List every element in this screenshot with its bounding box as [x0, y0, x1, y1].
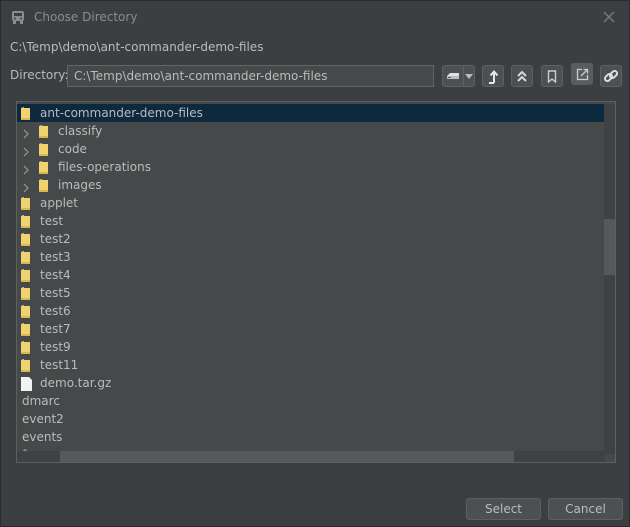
chevron-right-icon[interactable] — [22, 162, 30, 175]
vertical-scrollbar-thumb[interactable] — [604, 219, 615, 275]
tree-row[interactable]: ant-commander-demo-files — [17, 104, 605, 122]
tree-row-label: test6 — [40, 304, 71, 318]
parent-directory-button[interactable] — [482, 65, 504, 87]
directory-tree[interactable]: ant-commander-demo-files classify code file… — [16, 101, 616, 463]
tree-row-label: test4 — [40, 268, 71, 282]
tree-row-label: test11 — [40, 358, 79, 372]
current-path: C:\Temp\demo\ant-commander-demo-files — [10, 40, 264, 54]
close-icon[interactable] — [601, 9, 617, 25]
vertical-scrollbar[interactable] — [604, 104, 615, 454]
tree-row-label: events — [22, 430, 63, 444]
tree-row[interactable]: code — [17, 140, 605, 158]
directory-label: Directory: — [10, 68, 69, 82]
cancel-button[interactable]: Cancel — [548, 498, 623, 520]
tree-row[interactable]: test11 — [17, 356, 605, 374]
folder-icon — [21, 233, 31, 246]
tree-row[interactable]: test3 — [17, 248, 605, 266]
folder-icon — [39, 143, 49, 156]
caret-down-icon — [465, 73, 473, 79]
bookmark-button[interactable] — [541, 65, 563, 87]
tree-row-label: classify — [58, 124, 103, 138]
drive-selector-button[interactable] — [442, 65, 464, 87]
file-icon — [21, 377, 32, 391]
tree-row-label: ant-commander-demo-files — [40, 106, 203, 120]
open-external-button[interactable] — [571, 63, 593, 85]
tree-row-label: test5 — [40, 286, 71, 300]
tree-row-label: demo.tar.gz — [40, 376, 112, 390]
folder-icon — [21, 341, 31, 354]
choose-directory-dialog: Choose Directory C:\Temp\demo\ant-comman… — [0, 0, 630, 527]
tree-row[interactable]: test5 — [17, 284, 605, 302]
horizontal-scrollbar[interactable] — [17, 451, 605, 462]
window-title: Choose Directory — [34, 10, 138, 24]
tree-row-label: files-operations — [58, 160, 151, 174]
tree-rows: ant-commander-demo-files classify code file… — [17, 104, 605, 462]
folder-icon — [39, 161, 49, 174]
folder-icon — [39, 179, 49, 192]
tree-row-label: applet — [40, 196, 79, 210]
chevron-right-icon[interactable] — [22, 126, 30, 139]
drive-icon — [446, 71, 460, 81]
tree-row-label: test7 — [40, 322, 71, 336]
title-bar: Choose Directory — [1, 1, 630, 34]
tree-row[interactable]: test — [17, 212, 605, 230]
tree-row[interactable]: test7 — [17, 320, 605, 338]
folder-icon — [21, 323, 31, 336]
bookmark-icon — [547, 69, 557, 83]
link-icon — [603, 68, 619, 84]
folder-icon — [21, 269, 31, 282]
tree-row[interactable]: classify — [17, 122, 605, 140]
tree-row[interactable]: events — [17, 428, 605, 446]
folder-icon — [21, 215, 31, 228]
tree-row[interactable]: test4 — [17, 266, 605, 284]
root-directory-button[interactable] — [511, 65, 533, 87]
tree-row[interactable]: images — [17, 176, 605, 194]
tree-row-label: test9 — [40, 340, 71, 354]
horizontal-scrollbar-thumb[interactable] — [60, 451, 514, 462]
tree-row[interactable]: test2 — [17, 230, 605, 248]
tree-row[interactable]: applet — [17, 194, 605, 212]
external-link-icon — [576, 68, 589, 81]
folder-icon — [21, 251, 31, 264]
chevron-right-icon[interactable] — [22, 180, 30, 193]
select-button[interactable]: Select — [466, 498, 541, 520]
folder-icon — [39, 125, 49, 138]
tree-row-label: code — [58, 142, 87, 156]
folder-icon — [21, 305, 31, 318]
folder-icon — [21, 197, 31, 210]
drive-dropdown-button[interactable] — [463, 65, 475, 87]
tree-row[interactable]: event2 — [17, 410, 605, 428]
tree-row-label: test — [40, 214, 64, 228]
folder-icon — [21, 359, 31, 372]
directory-input[interactable] — [67, 65, 434, 87]
tree-row[interactable]: files-operations — [17, 158, 605, 176]
tree-row[interactable]: test6 — [17, 302, 605, 320]
tree-row-label: test2 — [40, 232, 71, 246]
double-chevron-up-icon — [516, 69, 528, 83]
folder-icon — [21, 107, 31, 120]
tree-row[interactable]: demo.tar.gz — [17, 374, 605, 392]
folder-icon — [21, 287, 31, 300]
tree-row[interactable]: dmarc — [17, 392, 605, 410]
tree-row[interactable]: test9 — [17, 338, 605, 356]
ant-icon — [11, 10, 25, 25]
tree-row-label: test3 — [40, 250, 71, 264]
tree-row-label: event2 — [22, 412, 64, 426]
arrow-up-icon — [487, 68, 499, 84]
link-button[interactable] — [600, 65, 622, 87]
tree-row-label: dmarc — [22, 394, 60, 408]
tree-row-label: images — [58, 178, 102, 192]
chevron-right-icon[interactable] — [22, 144, 30, 157]
